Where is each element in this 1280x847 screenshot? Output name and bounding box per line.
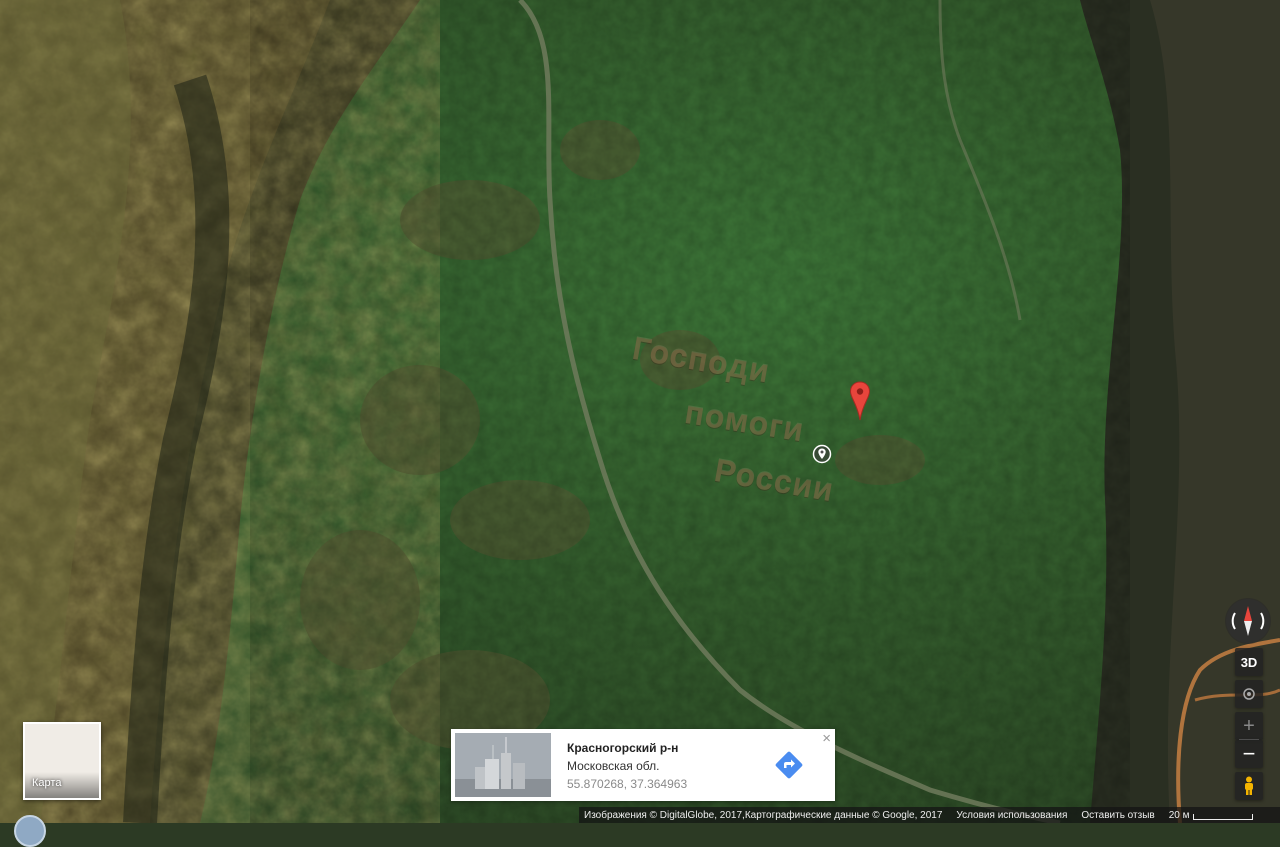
location-title: Красногорский р-н bbox=[567, 741, 679, 755]
scale-bar bbox=[1193, 813, 1254, 820]
location-coordinates[interactable]: 55.870268, 37.364963 bbox=[567, 777, 687, 791]
account-avatar[interactable] bbox=[14, 815, 46, 847]
terms-link[interactable]: Условия использования bbox=[942, 810, 1067, 821]
scale-label: 20 м bbox=[1168, 809, 1190, 821]
satellite-map[interactable]: Господи помоги России bbox=[0, 0, 1280, 823]
my-location-icon bbox=[1243, 688, 1255, 700]
place-marker-icon[interactable] bbox=[812, 444, 832, 464]
my-location-button[interactable] bbox=[1235, 680, 1263, 708]
red-location-pin-icon[interactable] bbox=[849, 380, 871, 424]
location-region: Московская обл. bbox=[567, 759, 660, 773]
location-info-card: Красногорский р-н Московская обл. 55.870… bbox=[451, 729, 835, 801]
zoom-in-button[interactable]: + bbox=[1235, 712, 1263, 740]
scale-indicator[interactable]: 20 м bbox=[1155, 810, 1254, 821]
directions-icon[interactable] bbox=[773, 749, 805, 781]
location-thumbnail[interactable] bbox=[455, 733, 551, 797]
attribution-text: Изображения © DigitalGlobe, 2017,Картогр… bbox=[584, 809, 943, 821]
pegman-icon bbox=[1245, 776, 1253, 795]
map-type-label: Карта bbox=[32, 777, 62, 789]
zoom-out-button[interactable]: − bbox=[1235, 740, 1263, 768]
3d-toggle-button[interactable]: 3D bbox=[1235, 648, 1263, 676]
map-footer: Изображения © DigitalGlobe, 2017,Картогр… bbox=[579, 807, 1280, 823]
compass-icon[interactable] bbox=[1225, 598, 1271, 644]
map-type-toggle[interactable]: Карта bbox=[23, 722, 101, 800]
feedback-link[interactable]: Оставить отзыв bbox=[1067, 810, 1154, 821]
close-icon[interactable]: × bbox=[822, 731, 831, 747]
street-view-pegman-button[interactable] bbox=[1235, 772, 1263, 800]
